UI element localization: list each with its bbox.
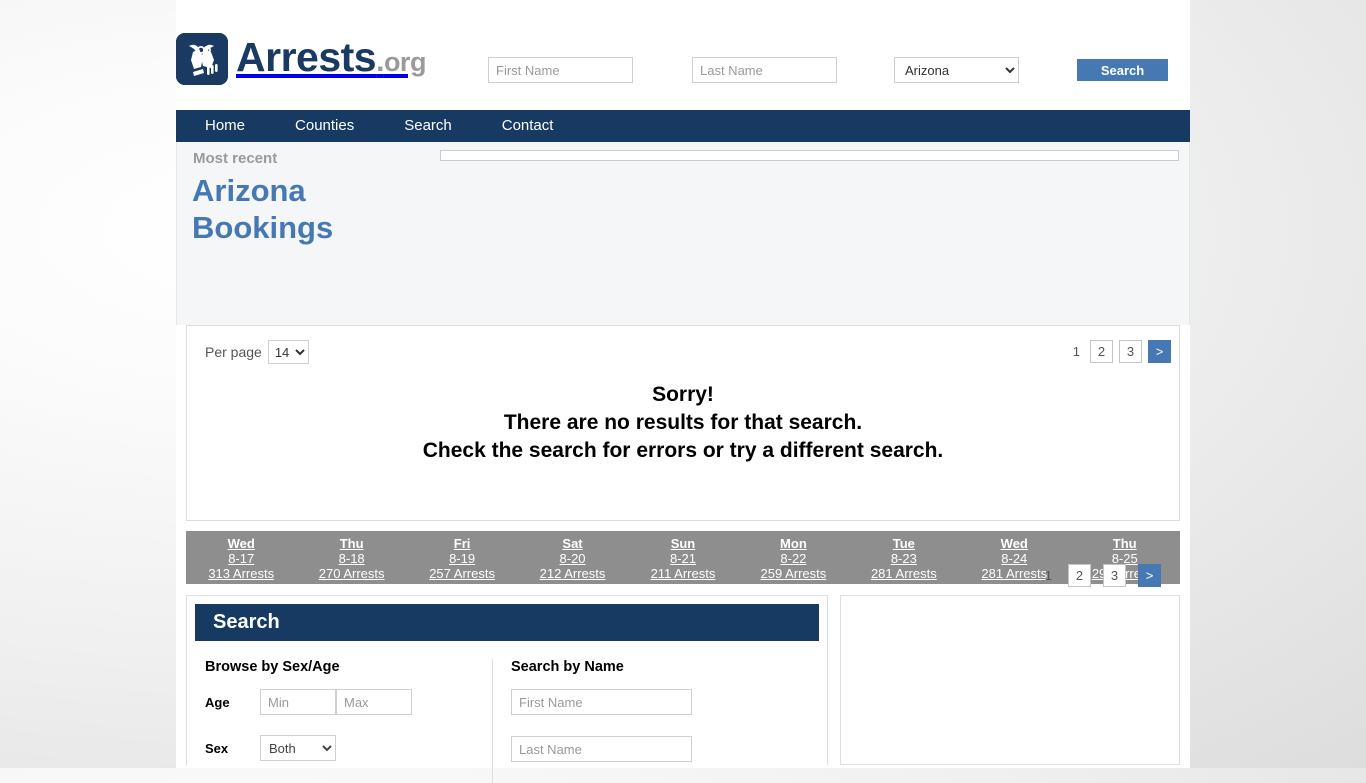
date-monthday: 8-17: [228, 551, 255, 566]
results-card: Per page 14 1 2 3 > Sorry! There are no …: [186, 325, 1180, 587]
search-panel: Search Browse by Sex/Age Age Sex Both: [186, 595, 828, 783]
title-band: Most recent Arizona Bookings: [176, 142, 1190, 325]
pagination-page-2[interactable]: 2: [1090, 340, 1113, 363]
per-page-select[interactable]: 14: [267, 340, 309, 364]
nav-item-search[interactable]: Search: [404, 110, 452, 142]
search-panel-heading: Search: [195, 604, 819, 641]
bottom-section: Search Browse by Sex/Age Age Sex Both: [186, 595, 1180, 783]
date-strip: Wed 8-17 313 Arrests Thu 8-18 270 Arrest…: [186, 531, 1180, 584]
header-first-name-input[interactable]: [488, 57, 633, 83]
date-monthday: 8-21: [669, 551, 696, 566]
date-arrest-count: 211 Arrests: [650, 566, 716, 581]
date-dayofweek: Fri: [453, 536, 471, 551]
date-arrest-count: 259 Arrests: [760, 566, 827, 581]
sex-field-row: Sex Both: [205, 735, 492, 761]
age-min-input[interactable]: [260, 689, 336, 715]
date-arrest-count: 257 Arrests: [429, 566, 495, 581]
header-search-button[interactable]: Search: [1077, 59, 1168, 81]
search-first-name-input[interactable]: [511, 689, 692, 715]
logo-wordmark: Arrests.org: [236, 35, 426, 84]
date-dayofweek: Sat: [562, 536, 583, 551]
date-arrest-count: 313 Arrests: [208, 566, 275, 581]
date-cell[interactable]: Sun 8-21 211 Arrests: [628, 531, 738, 584]
date-dayofweek: Wed: [227, 536, 255, 551]
date-monthday: 8-19: [449, 551, 476, 566]
page-title: Arizona Bookings: [192, 172, 422, 246]
pagination-next-button[interactable]: >: [1138, 563, 1161, 587]
no-results-line-3: Check the search for errors or try a dif…: [422, 439, 944, 462]
date-arrest-count: 281 Arrests: [870, 566, 937, 581]
sex-select[interactable]: Both: [260, 735, 336, 761]
nav-item-home[interactable]: Home: [205, 110, 245, 142]
no-results-line-1: Sorry!: [652, 383, 714, 406]
logo-dot: .: [376, 44, 384, 78]
browse-by-sex-age-title: Browse by Sex/Age: [205, 659, 340, 675]
site-header: Arrests.org Arizona Search: [176, 0, 1190, 110]
nav-item-contact[interactable]: Contact: [502, 110, 554, 142]
date-dayofweek: Mon: [780, 536, 807, 551]
no-results-line-2: There are no results for that search.: [503, 411, 863, 434]
main-navigation: Home Counties Search Contact: [176, 110, 1190, 142]
page-container: Arrests.org Arizona Search Home Counties…: [176, 0, 1190, 783]
date-monthday: 8-18: [338, 551, 365, 566]
logo-name: Arrests: [236, 33, 377, 80]
pagination-page-3[interactable]: 3: [1119, 340, 1142, 363]
date-monthday: 8-22: [780, 551, 807, 566]
pagination-current-page: 1: [1044, 567, 1052, 583]
date-dayofweek: Thu: [339, 536, 364, 551]
search-by-name-column: Search by Name: [492, 659, 792, 783]
site-logo[interactable]: Arrests.org: [176, 33, 426, 85]
pagination-page-3[interactable]: 3: [1103, 563, 1126, 587]
date-arrest-count: 270 Arrests: [318, 566, 385, 581]
date-cell[interactable]: Wed 8-17 313 Arrests: [186, 531, 296, 584]
pagination-next-button[interactable]: >: [1148, 340, 1171, 363]
no-results-message: Sorry! There are no results for that sea…: [187, 381, 1179, 465]
pagination-current-page: 1: [1072, 344, 1080, 359]
pagination-bottom: 1 2 3 >: [1041, 490, 1161, 660]
ad-placeholder-top: [440, 150, 1179, 161]
date-cell[interactable]: Mon 8-22 259 Arrests: [738, 531, 848, 584]
per-page-control: Per page 14: [205, 340, 309, 364]
header-state-select[interactable]: Arizona: [894, 57, 1019, 83]
nav-item-counties[interactable]: Counties: [295, 110, 354, 142]
page-title-state: Arizona: [192, 173, 306, 208]
browse-by-sex-age-column: Browse by Sex/Age Age Sex Both: [187, 659, 492, 783]
date-cell[interactable]: Sat 8-20 212 Arrests: [517, 531, 627, 584]
date-dayofweek: Tue: [892, 536, 915, 551]
age-max-input[interactable]: [336, 689, 412, 715]
search-last-name-input[interactable]: [511, 736, 692, 762]
logo-tld: org: [383, 46, 427, 77]
search-panel-body: Browse by Sex/Age Age Sex Both Sear: [187, 641, 827, 783]
date-cell[interactable]: Tue 8-23 281 Arrests: [849, 531, 959, 584]
date-dayofweek: Sun: [670, 536, 696, 551]
per-page-label: Per page: [205, 344, 262, 360]
pagination-page-2[interactable]: 2: [1068, 563, 1091, 587]
date-cell[interactable]: Thu 8-18 270 Arrests: [296, 531, 406, 584]
page-title-word: Bookings: [192, 210, 334, 245]
pagination-top: 1 2 3 >: [1069, 340, 1171, 363]
sex-label: Sex: [205, 740, 229, 756]
date-cell[interactable]: Fri 8-19 257 Arrests: [407, 531, 517, 584]
date-monthday: 8-23: [890, 551, 917, 566]
date-arrest-count: 212 Arrests: [539, 566, 606, 581]
header-last-name-input[interactable]: [692, 57, 837, 83]
eyebrow-label: Most recent: [193, 150, 278, 167]
search-by-name-title: Search by Name: [511, 659, 624, 675]
age-field-row: Age: [205, 689, 492, 715]
handcuffs-icon: [176, 33, 228, 85]
age-label: Age: [205, 694, 230, 710]
date-monthday: 8-20: [559, 551, 586, 566]
